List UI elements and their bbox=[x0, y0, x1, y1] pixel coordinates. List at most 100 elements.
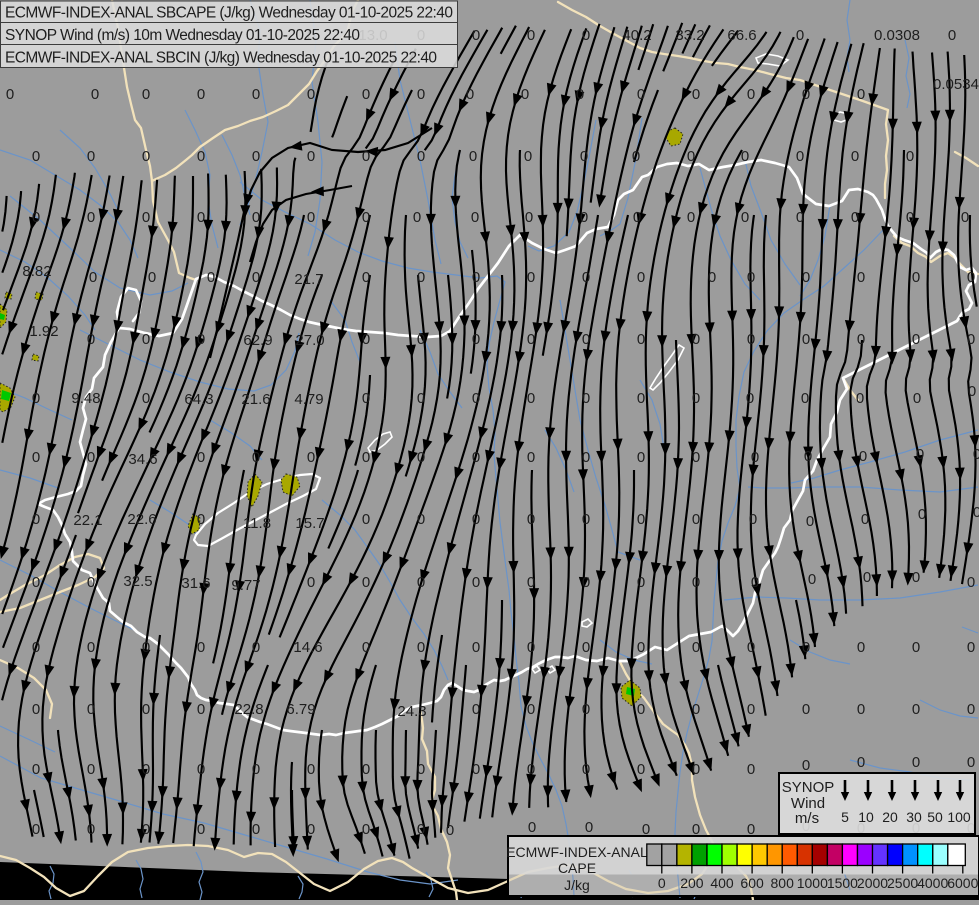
svg-text:0: 0 bbox=[967, 331, 975, 348]
svg-text:0: 0 bbox=[197, 761, 205, 778]
svg-text:32.5: 32.5 bbox=[123, 573, 152, 590]
svg-text:0: 0 bbox=[637, 701, 645, 718]
svg-text:0: 0 bbox=[967, 754, 975, 771]
svg-text:0: 0 bbox=[197, 209, 205, 226]
svg-text:0: 0 bbox=[417, 449, 425, 466]
svg-text:0: 0 bbox=[524, 148, 532, 165]
svg-text:0: 0 bbox=[912, 754, 920, 771]
svg-text:0: 0 bbox=[89, 269, 97, 286]
svg-text:0: 0 bbox=[692, 511, 700, 528]
svg-text:0: 0 bbox=[967, 269, 975, 286]
svg-text:0: 0 bbox=[32, 511, 40, 528]
svg-text:0: 0 bbox=[857, 269, 865, 286]
svg-text:0: 0 bbox=[692, 449, 700, 466]
svg-text:0: 0 bbox=[142, 86, 150, 103]
svg-text:0: 0 bbox=[967, 639, 975, 656]
svg-text:0: 0 bbox=[918, 506, 926, 523]
svg-text:0: 0 bbox=[307, 449, 315, 466]
svg-text:0: 0 bbox=[802, 639, 810, 656]
svg-text:800: 800 bbox=[771, 875, 795, 891]
svg-text:0: 0 bbox=[362, 574, 370, 591]
svg-text:31.6: 31.6 bbox=[181, 575, 210, 592]
svg-text:0: 0 bbox=[469, 148, 477, 165]
svg-text:1.92: 1.92 bbox=[29, 323, 58, 340]
svg-text:0: 0 bbox=[751, 574, 759, 591]
svg-text:0: 0 bbox=[252, 209, 260, 226]
svg-text:0: 0 bbox=[747, 331, 755, 348]
svg-text:0: 0 bbox=[87, 449, 95, 466]
svg-text:0: 0 bbox=[796, 148, 804, 165]
svg-text:0: 0 bbox=[967, 574, 975, 591]
svg-text:0: 0 bbox=[32, 701, 40, 718]
svg-text:0: 0 bbox=[417, 269, 425, 286]
svg-text:21.6: 21.6 bbox=[241, 391, 270, 408]
svg-text:27.0: 27.0 bbox=[295, 332, 324, 349]
svg-text:0: 0 bbox=[582, 701, 590, 718]
svg-text:0: 0 bbox=[252, 449, 260, 466]
svg-text:0: 0 bbox=[973, 504, 979, 521]
svg-text:0: 0 bbox=[637, 639, 645, 656]
svg-text:0: 0 bbox=[527, 331, 535, 348]
svg-text:0: 0 bbox=[472, 449, 480, 466]
svg-text:0: 0 bbox=[207, 269, 215, 286]
svg-text:0: 0 bbox=[582, 574, 590, 591]
svg-text:0: 0 bbox=[637, 269, 645, 286]
svg-text:0: 0 bbox=[307, 761, 315, 778]
svg-text:0: 0 bbox=[307, 574, 315, 591]
svg-text:0.0534: 0.0534 bbox=[933, 76, 979, 93]
svg-text:0: 0 bbox=[527, 27, 535, 44]
svg-text:0: 0 bbox=[525, 209, 533, 226]
svg-text:0: 0 bbox=[751, 449, 759, 466]
svg-text:0: 0 bbox=[472, 761, 480, 778]
svg-text:0: 0 bbox=[362, 209, 370, 226]
svg-text:0: 0 bbox=[802, 269, 810, 286]
svg-text:0: 0 bbox=[747, 761, 755, 778]
svg-text:0: 0 bbox=[916, 446, 924, 463]
svg-text:0: 0 bbox=[32, 639, 40, 656]
svg-text:0: 0 bbox=[417, 639, 425, 656]
svg-text:0: 0 bbox=[142, 821, 150, 838]
svg-text:0: 0 bbox=[521, 86, 529, 103]
svg-text:0: 0 bbox=[417, 511, 425, 528]
svg-text:0: 0 bbox=[582, 269, 590, 286]
svg-text:10: 10 bbox=[858, 809, 874, 825]
svg-text:0: 0 bbox=[32, 574, 40, 591]
svg-text:0: 0 bbox=[362, 639, 370, 656]
svg-text:0: 0 bbox=[692, 761, 700, 778]
svg-text:0: 0 bbox=[417, 574, 425, 591]
svg-text:0: 0 bbox=[362, 821, 370, 838]
svg-text:0: 0 bbox=[637, 86, 645, 103]
svg-text:0: 0 bbox=[197, 148, 205, 165]
svg-text:0: 0 bbox=[362, 86, 370, 103]
svg-text:0: 0 bbox=[806, 513, 814, 530]
svg-text:0: 0 bbox=[746, 390, 754, 407]
svg-text:400: 400 bbox=[710, 875, 734, 891]
svg-text:0: 0 bbox=[632, 148, 640, 165]
svg-text:0: 0 bbox=[142, 761, 150, 778]
svg-text:0: 0 bbox=[796, 209, 804, 226]
svg-text:0: 0 bbox=[692, 574, 700, 591]
svg-text:0: 0 bbox=[582, 27, 590, 44]
svg-text:0: 0 bbox=[585, 819, 593, 836]
svg-text:0: 0 bbox=[527, 511, 535, 528]
svg-text:100: 100 bbox=[947, 809, 971, 825]
svg-text:0: 0 bbox=[802, 757, 810, 774]
svg-text:0: 0 bbox=[747, 639, 755, 656]
svg-text:0: 0 bbox=[912, 331, 920, 348]
svg-text:0: 0 bbox=[252, 639, 260, 656]
svg-text:0: 0 bbox=[851, 209, 859, 226]
svg-text:2000: 2000 bbox=[857, 875, 888, 891]
svg-text:200: 200 bbox=[680, 875, 704, 891]
svg-text:0: 0 bbox=[32, 148, 40, 165]
svg-text:0: 0 bbox=[472, 701, 480, 718]
svg-text:0: 0 bbox=[913, 390, 921, 407]
svg-text:0: 0 bbox=[857, 86, 865, 103]
svg-text:0: 0 bbox=[857, 639, 865, 656]
svg-text:24.3: 24.3 bbox=[397, 703, 426, 720]
svg-text:64.3: 64.3 bbox=[184, 391, 213, 408]
svg-text:0: 0 bbox=[32, 821, 40, 838]
svg-text:0: 0 bbox=[912, 639, 920, 656]
svg-text:0: 0 bbox=[362, 449, 370, 466]
svg-text:0: 0 bbox=[413, 209, 421, 226]
svg-text:0: 0 bbox=[857, 331, 865, 348]
